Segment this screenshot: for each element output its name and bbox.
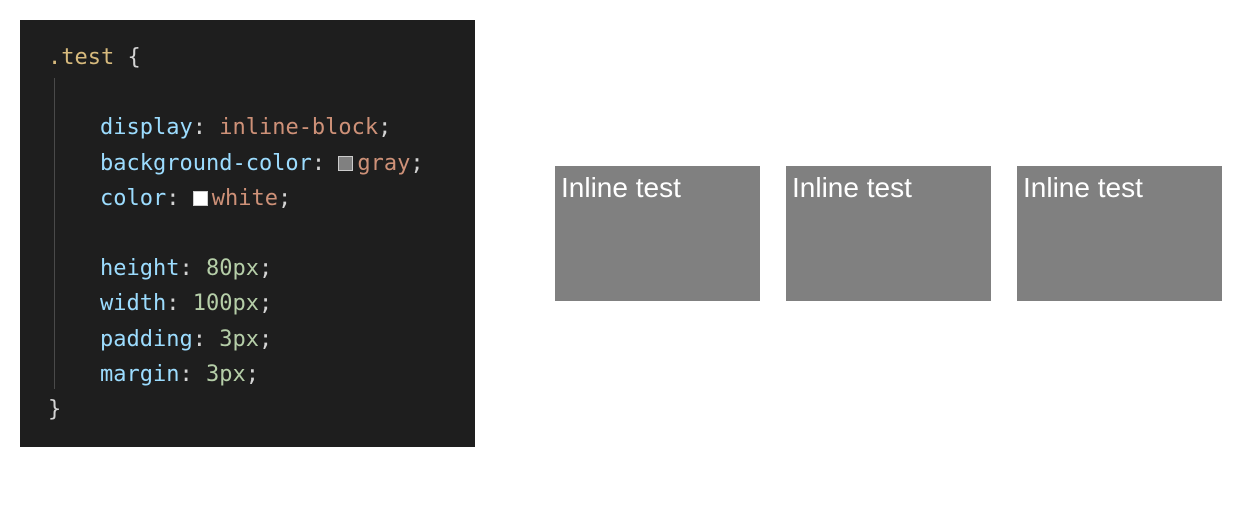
- code-line: height: 80px;: [48, 251, 447, 286]
- css-code-block: .test { display: inline-block; backgroun…: [20, 20, 475, 447]
- preview-label: Inline test: [792, 172, 912, 203]
- preview-label: Inline test: [1023, 172, 1143, 203]
- css-property: height: [100, 256, 179, 281]
- code-line-close: }: [48, 392, 447, 427]
- css-property: display: [100, 115, 193, 140]
- code-line-blank: [48, 75, 447, 110]
- preview-label: Inline test: [561, 172, 681, 203]
- preview-box: Inline test: [555, 166, 760, 301]
- css-property: margin: [100, 362, 179, 387]
- css-value: gray: [357, 151, 410, 176]
- css-value: 3px: [219, 327, 259, 352]
- css-property: color: [100, 186, 166, 211]
- css-value: 100px: [193, 291, 259, 316]
- preview-area: Inline test Inline test Inline test: [555, 166, 1222, 301]
- code-line-selector: .test {: [48, 40, 447, 75]
- css-value: inline-block: [219, 115, 378, 140]
- css-property: background-color: [100, 151, 312, 176]
- code-line: margin: 3px;: [48, 357, 447, 392]
- css-property: padding: [100, 327, 193, 352]
- code-line: display: inline-block;: [48, 110, 447, 145]
- code-line: padding: 3px;: [48, 322, 447, 357]
- code-line: width: 100px;: [48, 286, 447, 321]
- open-brace: {: [127, 45, 140, 70]
- close-brace: }: [48, 397, 61, 422]
- code-line: color: white;: [48, 181, 447, 216]
- code-line: background-color: gray;: [48, 146, 447, 181]
- css-value: white: [212, 186, 278, 211]
- css-value: 80px: [206, 256, 259, 281]
- color-swatch-icon: [338, 156, 353, 171]
- css-property: width: [100, 291, 166, 316]
- css-selector: .test: [48, 45, 114, 70]
- preview-box: Inline test: [786, 166, 991, 301]
- css-value: 3px: [206, 362, 246, 387]
- preview-box: Inline test: [1017, 166, 1222, 301]
- indent-guide: [54, 78, 55, 389]
- code-line-blank: [48, 216, 447, 251]
- color-swatch-icon: [193, 191, 208, 206]
